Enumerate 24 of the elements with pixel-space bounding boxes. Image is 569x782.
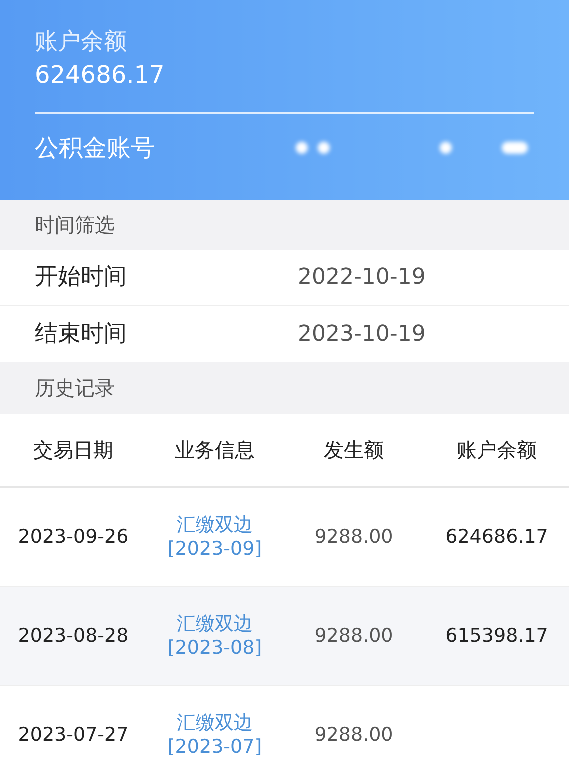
balance-amount: 624686.17 (35, 60, 166, 91)
table-cell-text: 615398.17 (446, 624, 548, 649)
account-label: 公积金账号 (35, 133, 155, 164)
column-header: 账户余额 (457, 437, 537, 464)
business-info-link[interactable]: 汇缴双边 [2023-07] (168, 711, 262, 759)
field-label: 结束时间 (35, 320, 128, 349)
table-cell-text: 2023-07-27 (18, 722, 129, 748)
business-info-link[interactable]: 汇缴双边 [2023-09] (168, 513, 262, 561)
column-header: 交易日期 (34, 437, 114, 464)
table-cell-text: 9288.00 (314, 624, 394, 649)
section-title: 时间筛选 (35, 212, 115, 239)
table-cell-text: 9288.00 (314, 722, 394, 748)
section-title: 历史记录 (35, 375, 115, 402)
date-value: 2022-10-19 (298, 264, 426, 292)
table-cell-text: 9288.00 (314, 524, 394, 550)
field-label: 开始时间 (35, 263, 128, 292)
table-cell-text: 2023-09-26 (18, 524, 129, 550)
column-header: 发生额 (324, 437, 384, 464)
table-cell-text: 2023-08-28 (18, 624, 129, 649)
column-header: 业务信息 (175, 437, 255, 464)
table-cell-text: 624686.17 (446, 524, 548, 550)
date-value: 2023-10-19 (298, 320, 426, 348)
balance-label: 账户余额 (35, 28, 128, 57)
business-info-link[interactable]: 汇缴双边 [2023-08] (168, 612, 262, 660)
